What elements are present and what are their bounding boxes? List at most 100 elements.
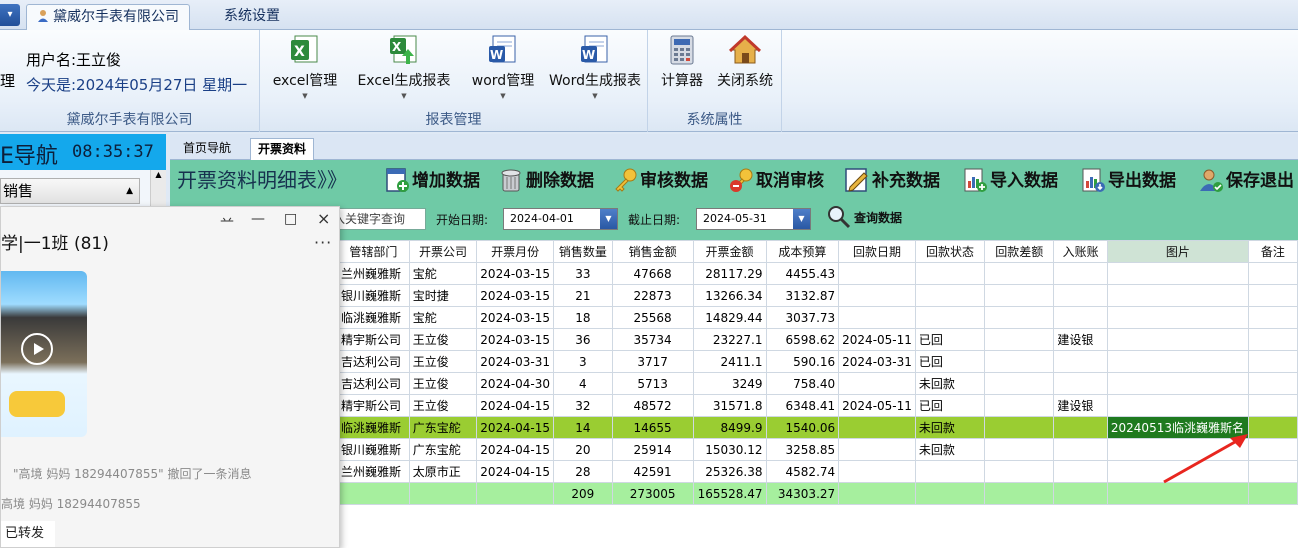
cancel-audit-button[interactable]: 取消审核 bbox=[728, 166, 824, 196]
table-cell[interactable] bbox=[1247, 372, 1298, 395]
table-row[interactable]: 兰州巍雅斯 太原市正 2024-04-15 28 42591 25326.38 4582.7… bbox=[337, 460, 1298, 483]
table-cell[interactable] bbox=[1106, 372, 1249, 395]
table-cell[interactable]: 35734 bbox=[611, 328, 694, 351]
chevron-down-icon[interactable]: ▼ bbox=[600, 209, 617, 229]
table-cell[interactable] bbox=[1053, 284, 1108, 307]
table-cell[interactable] bbox=[1247, 262, 1298, 285]
table-cell[interactable]: 建设银 bbox=[1053, 328, 1108, 351]
table-cell[interactable]: 2411.1 bbox=[692, 350, 767, 373]
table-cell[interactable] bbox=[1106, 394, 1249, 417]
table-cell[interactable]: 银川巍雅斯 bbox=[337, 438, 410, 461]
column-header[interactable]: 开票金额 bbox=[692, 240, 767, 263]
table-cell[interactable]: 吉达利公司 bbox=[337, 350, 410, 373]
table-cell[interactable]: 3717 bbox=[611, 350, 694, 373]
table-cell[interactable]: 25326.38 bbox=[692, 460, 767, 483]
table-cell[interactable]: 590.16 bbox=[765, 350, 840, 373]
table-cell[interactable]: 宝舵 bbox=[408, 262, 478, 285]
table-cell[interactable]: 5713 bbox=[611, 372, 694, 395]
column-header[interactable]: 成本预算 bbox=[765, 240, 840, 263]
pin-icon[interactable]: 䒑 bbox=[220, 211, 234, 231]
table-cell[interactable]: 广东宝舵 bbox=[408, 438, 478, 461]
chevron-down-icon[interactable]: ▼ bbox=[793, 209, 810, 229]
more-icon[interactable]: ··· bbox=[314, 233, 332, 252]
table-cell[interactable] bbox=[1247, 350, 1298, 373]
table-cell[interactable] bbox=[1247, 328, 1298, 351]
table-cell[interactable]: 未回款 bbox=[914, 416, 986, 439]
maximize-button[interactable]: □ bbox=[284, 211, 297, 227]
keyword-search-input[interactable]: 入关键字查询 bbox=[330, 208, 426, 230]
table-cell[interactable]: 31571.8 bbox=[692, 394, 767, 417]
table-cell[interactable]: 1540.06 bbox=[765, 416, 840, 439]
table-cell[interactable] bbox=[1106, 262, 1249, 285]
table-cell[interactable] bbox=[984, 416, 1055, 439]
table-cell[interactable] bbox=[914, 460, 986, 483]
table-cell[interactable] bbox=[1053, 350, 1108, 373]
table-row[interactable]: 临洮巍雅斯 宝舵 2024-03-15 18 25568 14829.44 3037.73 bbox=[337, 306, 1298, 329]
table-cell[interactable]: 48572 bbox=[611, 394, 694, 417]
table-cell[interactable] bbox=[914, 306, 986, 329]
column-header[interactable]: 入账账 bbox=[1053, 240, 1108, 263]
table-cell[interactable] bbox=[838, 306, 916, 329]
table-cell[interactable]: 25914 bbox=[611, 438, 694, 461]
table-cell[interactable]: 33 bbox=[553, 262, 613, 285]
calculator-button[interactable]: 计算器 bbox=[654, 34, 710, 90]
table-cell[interactable] bbox=[1106, 350, 1249, 373]
chat-video-thumbnail[interactable] bbox=[1, 271, 87, 437]
table-cell[interactable]: 4582.74 bbox=[765, 460, 840, 483]
table-cell[interactable]: 6598.62 bbox=[765, 328, 840, 351]
table-cell[interactable]: 3 bbox=[553, 350, 613, 373]
table-cell[interactable]: 23227.1 bbox=[692, 328, 767, 351]
delete-button[interactable]: 删除数据 bbox=[498, 166, 594, 196]
chat-window[interactable]: 䒑 — □ × 学|一1班 (81) ··· "高境 妈妈 1829440785… bbox=[0, 206, 340, 548]
audit-button[interactable]: 审核数据 bbox=[612, 166, 708, 196]
table-cell[interactable]: 临洮巍雅斯 bbox=[337, 416, 410, 439]
table-cell[interactable]: 王立俊 bbox=[408, 328, 478, 351]
table-cell[interactable]: 4 bbox=[553, 372, 613, 395]
table-cell[interactable] bbox=[1053, 460, 1108, 483]
app-menu-button[interactable]: ▾ bbox=[0, 4, 20, 26]
table-cell[interactable] bbox=[1247, 306, 1298, 329]
table-cell[interactable]: 吉达利公司 bbox=[337, 372, 410, 395]
save-exit-button[interactable]: 保存退出 bbox=[1198, 166, 1294, 196]
table-row[interactable]: 银川巍雅斯 宝时捷 2024-03-15 21 22873 13266.34 3132.87 bbox=[337, 284, 1298, 307]
table-cell[interactable]: 32 bbox=[553, 394, 613, 417]
table-cell[interactable]: 18 bbox=[553, 306, 613, 329]
table-cell[interactable]: 宝时捷 bbox=[408, 284, 478, 307]
table-cell[interactable]: 3132.87 bbox=[765, 284, 840, 307]
table-cell[interactable]: 28117.29 bbox=[692, 262, 767, 285]
column-header[interactable]: 开票公司 bbox=[408, 240, 478, 263]
table-row[interactable]: 临洮巍雅斯 广东宝舵 2024-04-15 14 14655 8499.9 1540.06 未… bbox=[337, 416, 1298, 439]
table-cell[interactable] bbox=[984, 306, 1055, 329]
table-cell[interactable]: 20 bbox=[553, 438, 613, 461]
minimize-button[interactable]: — bbox=[251, 211, 265, 227]
table-cell[interactable]: 2024-03-15 bbox=[476, 328, 555, 351]
export-button[interactable]: 导出数据 bbox=[1080, 166, 1176, 196]
table-cell[interactable]: 王立俊 bbox=[408, 372, 478, 395]
table-row[interactable]: 吉达利公司 王立俊 2024-03-31 3 3717 2411.1 590.16 2024-… bbox=[337, 350, 1298, 373]
word-report-button[interactable]: W Word生成报表 ▼ bbox=[544, 34, 646, 100]
table-cell[interactable]: 14829.44 bbox=[692, 306, 767, 329]
table-cell[interactable]: 22873 bbox=[611, 284, 694, 307]
table-row[interactable]: 精宇斯公司 王立俊 2024-04-15 32 48572 31571.8 6348.41 2… bbox=[337, 394, 1298, 417]
column-header[interactable]: 回款日期 bbox=[838, 240, 916, 263]
table-cell[interactable] bbox=[1247, 394, 1298, 417]
table-cell[interactable]: 2024-05-11 bbox=[838, 394, 916, 417]
excel-report-button[interactable]: X Excel生成报表 ▼ bbox=[350, 34, 458, 100]
table-row[interactable]: 吉达利公司 王立俊 2024-04-30 4 5713 3249 758.40 未回款 bbox=[337, 372, 1298, 395]
import-button[interactable]: 导入数据 bbox=[962, 166, 1058, 196]
column-header[interactable]: 开票月份 bbox=[476, 240, 555, 263]
table-cell[interactable]: 3249 bbox=[692, 372, 767, 395]
tab-home[interactable]: 首页导航 bbox=[176, 138, 238, 160]
table-cell[interactable]: 2024-04-15 bbox=[476, 460, 555, 483]
table-cell[interactable]: 14655 bbox=[611, 416, 694, 439]
table-cell[interactable] bbox=[984, 438, 1055, 461]
table-cell[interactable] bbox=[1247, 284, 1298, 307]
tab-invoice[interactable]: 开票资料 bbox=[250, 138, 315, 160]
table-cell[interactable]: 精宇斯公司 bbox=[337, 328, 410, 351]
table-cell[interactable]: 太原市正 bbox=[408, 460, 478, 483]
table-cell[interactable]: 15030.12 bbox=[692, 438, 767, 461]
table-cell[interactable]: 2024-03-15 bbox=[476, 284, 555, 307]
table-cell[interactable] bbox=[984, 394, 1055, 417]
table-cell[interactable]: 3258.85 bbox=[765, 438, 840, 461]
table-cell[interactable]: 王立俊 bbox=[408, 394, 478, 417]
